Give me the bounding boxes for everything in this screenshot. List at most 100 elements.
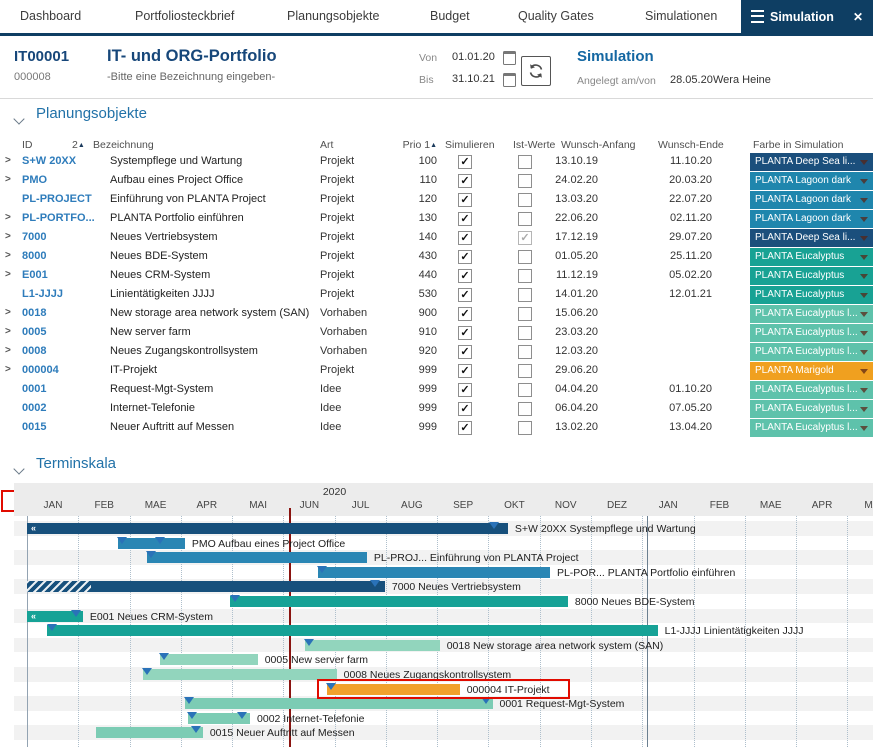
gantt-bar[interactable] [160,654,258,665]
refresh-icon [526,61,546,81]
gantt-bar[interactable] [96,727,203,738]
simulieren-checkbox[interactable]: ✓ [458,174,472,188]
chevron-down-icon [860,198,868,203]
chevron-down-icon [860,407,868,412]
table-row[interactable]: >0008Neues ZugangskontrollsystemVorhaben… [0,342,873,361]
expand-arrow-icon[interactable]: > [5,231,11,242]
col-art[interactable]: Art [320,139,333,151]
gantt-row: 000004 IT-Projekt [14,682,873,697]
expand-arrow-icon[interactable]: > [5,269,11,280]
gantt-bar[interactable] [305,640,440,651]
simulieren-checkbox[interactable]: ✓ [458,345,472,359]
table-row[interactable]: >7000Neues VertriebsystemProjekt140✓✓17.… [0,228,873,247]
gantt-bar[interactable] [185,698,493,709]
farbe-dropdown[interactable]: PLANTA Eucalyptus l... [750,381,873,399]
farbe-dropdown[interactable]: PLANTA Eucalyptus l... [750,419,873,437]
expand-arrow-icon[interactable]: > [5,212,11,223]
nav-tab-simulationen[interactable]: Simulationen [645,0,717,33]
expand-arrow-icon[interactable]: > [5,155,11,166]
col-sort2[interactable]: 2▲ [72,139,85,151]
col-id[interactable]: ID [22,139,33,151]
simulieren-checkbox[interactable]: ✓ [458,402,472,416]
table-row[interactable]: >PMOAufbau eines Project OfficeProjekt11… [0,171,873,190]
gantt-bar[interactable] [27,581,385,592]
gantt-bar[interactable] [47,625,658,636]
col-wunsch-ende[interactable]: Wunsch-Ende [658,139,724,151]
simulieren-checkbox[interactable]: ✓ [458,269,472,283]
nav-tab-budget[interactable]: Budget [430,0,470,33]
table-row[interactable]: L1-JJJJLinientätigkeiten JJJJProjekt530✓… [0,285,873,304]
simulieren-checkbox[interactable]: ✓ [458,364,472,378]
expand-arrow-icon[interactable]: > [5,345,11,356]
bis-date-field[interactable]: 31.10.21 [452,73,495,85]
table-row[interactable]: 0015Neuer Auftritt auf MessenIdee999✓13.… [0,418,873,437]
simulieren-checkbox[interactable]: ✓ [458,193,472,207]
col-ist-werte[interactable]: Ist-Werte [513,139,555,151]
tab-simulation-active[interactable]: Simulation ✕ [741,0,873,33]
calendar-icon[interactable] [503,73,516,87]
farbe-dropdown[interactable]: PLANTA Lagoon dark [750,191,873,209]
calendar-icon[interactable] [503,51,516,65]
simulieren-checkbox[interactable]: ✓ [458,250,472,264]
farbe-dropdown[interactable]: PLANTA Eucalyptus l... [750,305,873,323]
table-row[interactable]: >S+W 20XXSystempflege und WartungProjekt… [0,152,873,171]
farbe-dropdown[interactable]: PLANTA Lagoon dark [750,210,873,228]
simulieren-checkbox[interactable]: ✓ [458,231,472,245]
simulieren-checkbox[interactable]: ✓ [458,212,472,226]
farbe-dropdown[interactable]: PLANTA Eucalyptus l... [750,400,873,418]
col-wunsch-anfang[interactable]: Wunsch-Anfang [561,139,636,151]
farbe-dropdown[interactable]: PLANTA Deep Sea li... [750,229,873,247]
table-row[interactable]: >0018New storage area network system (SA… [0,304,873,323]
close-icon[interactable]: ✕ [853,10,863,24]
col-bezeichnung[interactable]: Bezeichnung [93,139,154,151]
farbe-dropdown[interactable]: PLANTA Deep Sea li... [750,153,873,171]
gantt-bar[interactable] [143,669,337,680]
gantt-bar[interactable] [230,596,568,607]
farbe-dropdown[interactable]: PLANTA Eucalyptus [750,267,873,285]
simulieren-checkbox[interactable]: ✓ [458,421,472,435]
table-row[interactable]: >8000Neues BDE-SystemProjekt430✓01.05.20… [0,247,873,266]
month-label: AUG [386,500,438,511]
simulieren-checkbox[interactable]: ✓ [458,326,472,340]
farbe-dropdown[interactable]: PLANTA Eucalyptus [750,286,873,304]
nav-tab-planungsobjekte[interactable]: Planungsobjekte [287,0,379,33]
expand-arrow-icon[interactable]: > [5,326,11,337]
terminskala-collapse-chevron[interactable] [15,460,23,478]
nav-tab-dashboard[interactable]: Dashboard [20,0,81,33]
farbe-dropdown[interactable]: PLANTA Eucalyptus [750,248,873,266]
farbe-dropdown[interactable]: PLANTA Marigold [750,362,873,380]
simulieren-checkbox[interactable]: ✓ [458,288,472,302]
hamburger-icon[interactable] [751,10,764,23]
simulieren-checkbox[interactable]: ✓ [458,155,472,169]
col-farbe[interactable]: Farbe in Simulation [753,139,843,151]
col-prio[interactable]: Prio 1▲ [370,139,437,151]
table-row[interactable]: 0002Internet-TelefonieIdee999✓06.04.2007… [0,399,873,418]
table-row[interactable]: >0005New server farmVorhaben910✓23.03.20… [0,323,873,342]
table-row[interactable]: PL-PROJECTEinführung von PLANTA ProjectP… [0,190,873,209]
gantt-bar[interactable]: « [27,523,508,534]
expand-arrow-icon[interactable]: > [5,174,11,185]
farbe-dropdown[interactable]: PLANTA Lagoon dark [750,172,873,190]
gantt-bar-label: PL-POR... PLANTA Portfolio einführen [557,567,735,579]
farbe-dropdown[interactable]: PLANTA Eucalyptus l... [750,324,873,342]
gantt-bar[interactable] [318,567,550,578]
gantt-bar[interactable] [327,684,460,695]
farbe-dropdown[interactable]: PLANTA Eucalyptus l... [750,343,873,361]
col-simulieren[interactable]: Simulieren [445,139,495,151]
refresh-button[interactable] [521,56,551,86]
planung-collapse-chevron[interactable] [15,110,23,128]
expand-arrow-icon[interactable]: > [5,364,11,375]
nav-tab-portfoliosteckbrief[interactable]: Portfoliosteckbrief [135,0,234,33]
table-row[interactable]: >PL-PORTFO...PLANTA Portfolio einführenP… [0,209,873,228]
simulieren-checkbox[interactable]: ✓ [458,307,472,321]
expand-arrow-icon[interactable]: > [5,250,11,261]
simulieren-checkbox[interactable]: ✓ [458,383,472,397]
table-row[interactable]: >000004IT-ProjektProjekt999✓29.06.20PLAN… [0,361,873,380]
expand-arrow-icon[interactable]: > [5,307,11,318]
table-row[interactable]: >E001Neues CRM-SystemProjekt440✓11.12.19… [0,266,873,285]
von-date-field[interactable]: 01.01.20 [452,51,495,63]
gantt-bar[interactable] [118,538,185,549]
gantt-bar[interactable] [147,552,367,563]
nav-tab-quality-gates[interactable]: Quality Gates [518,0,594,33]
table-row[interactable]: 0001Request-Mgt-SystemIdee999✓04.04.2001… [0,380,873,399]
